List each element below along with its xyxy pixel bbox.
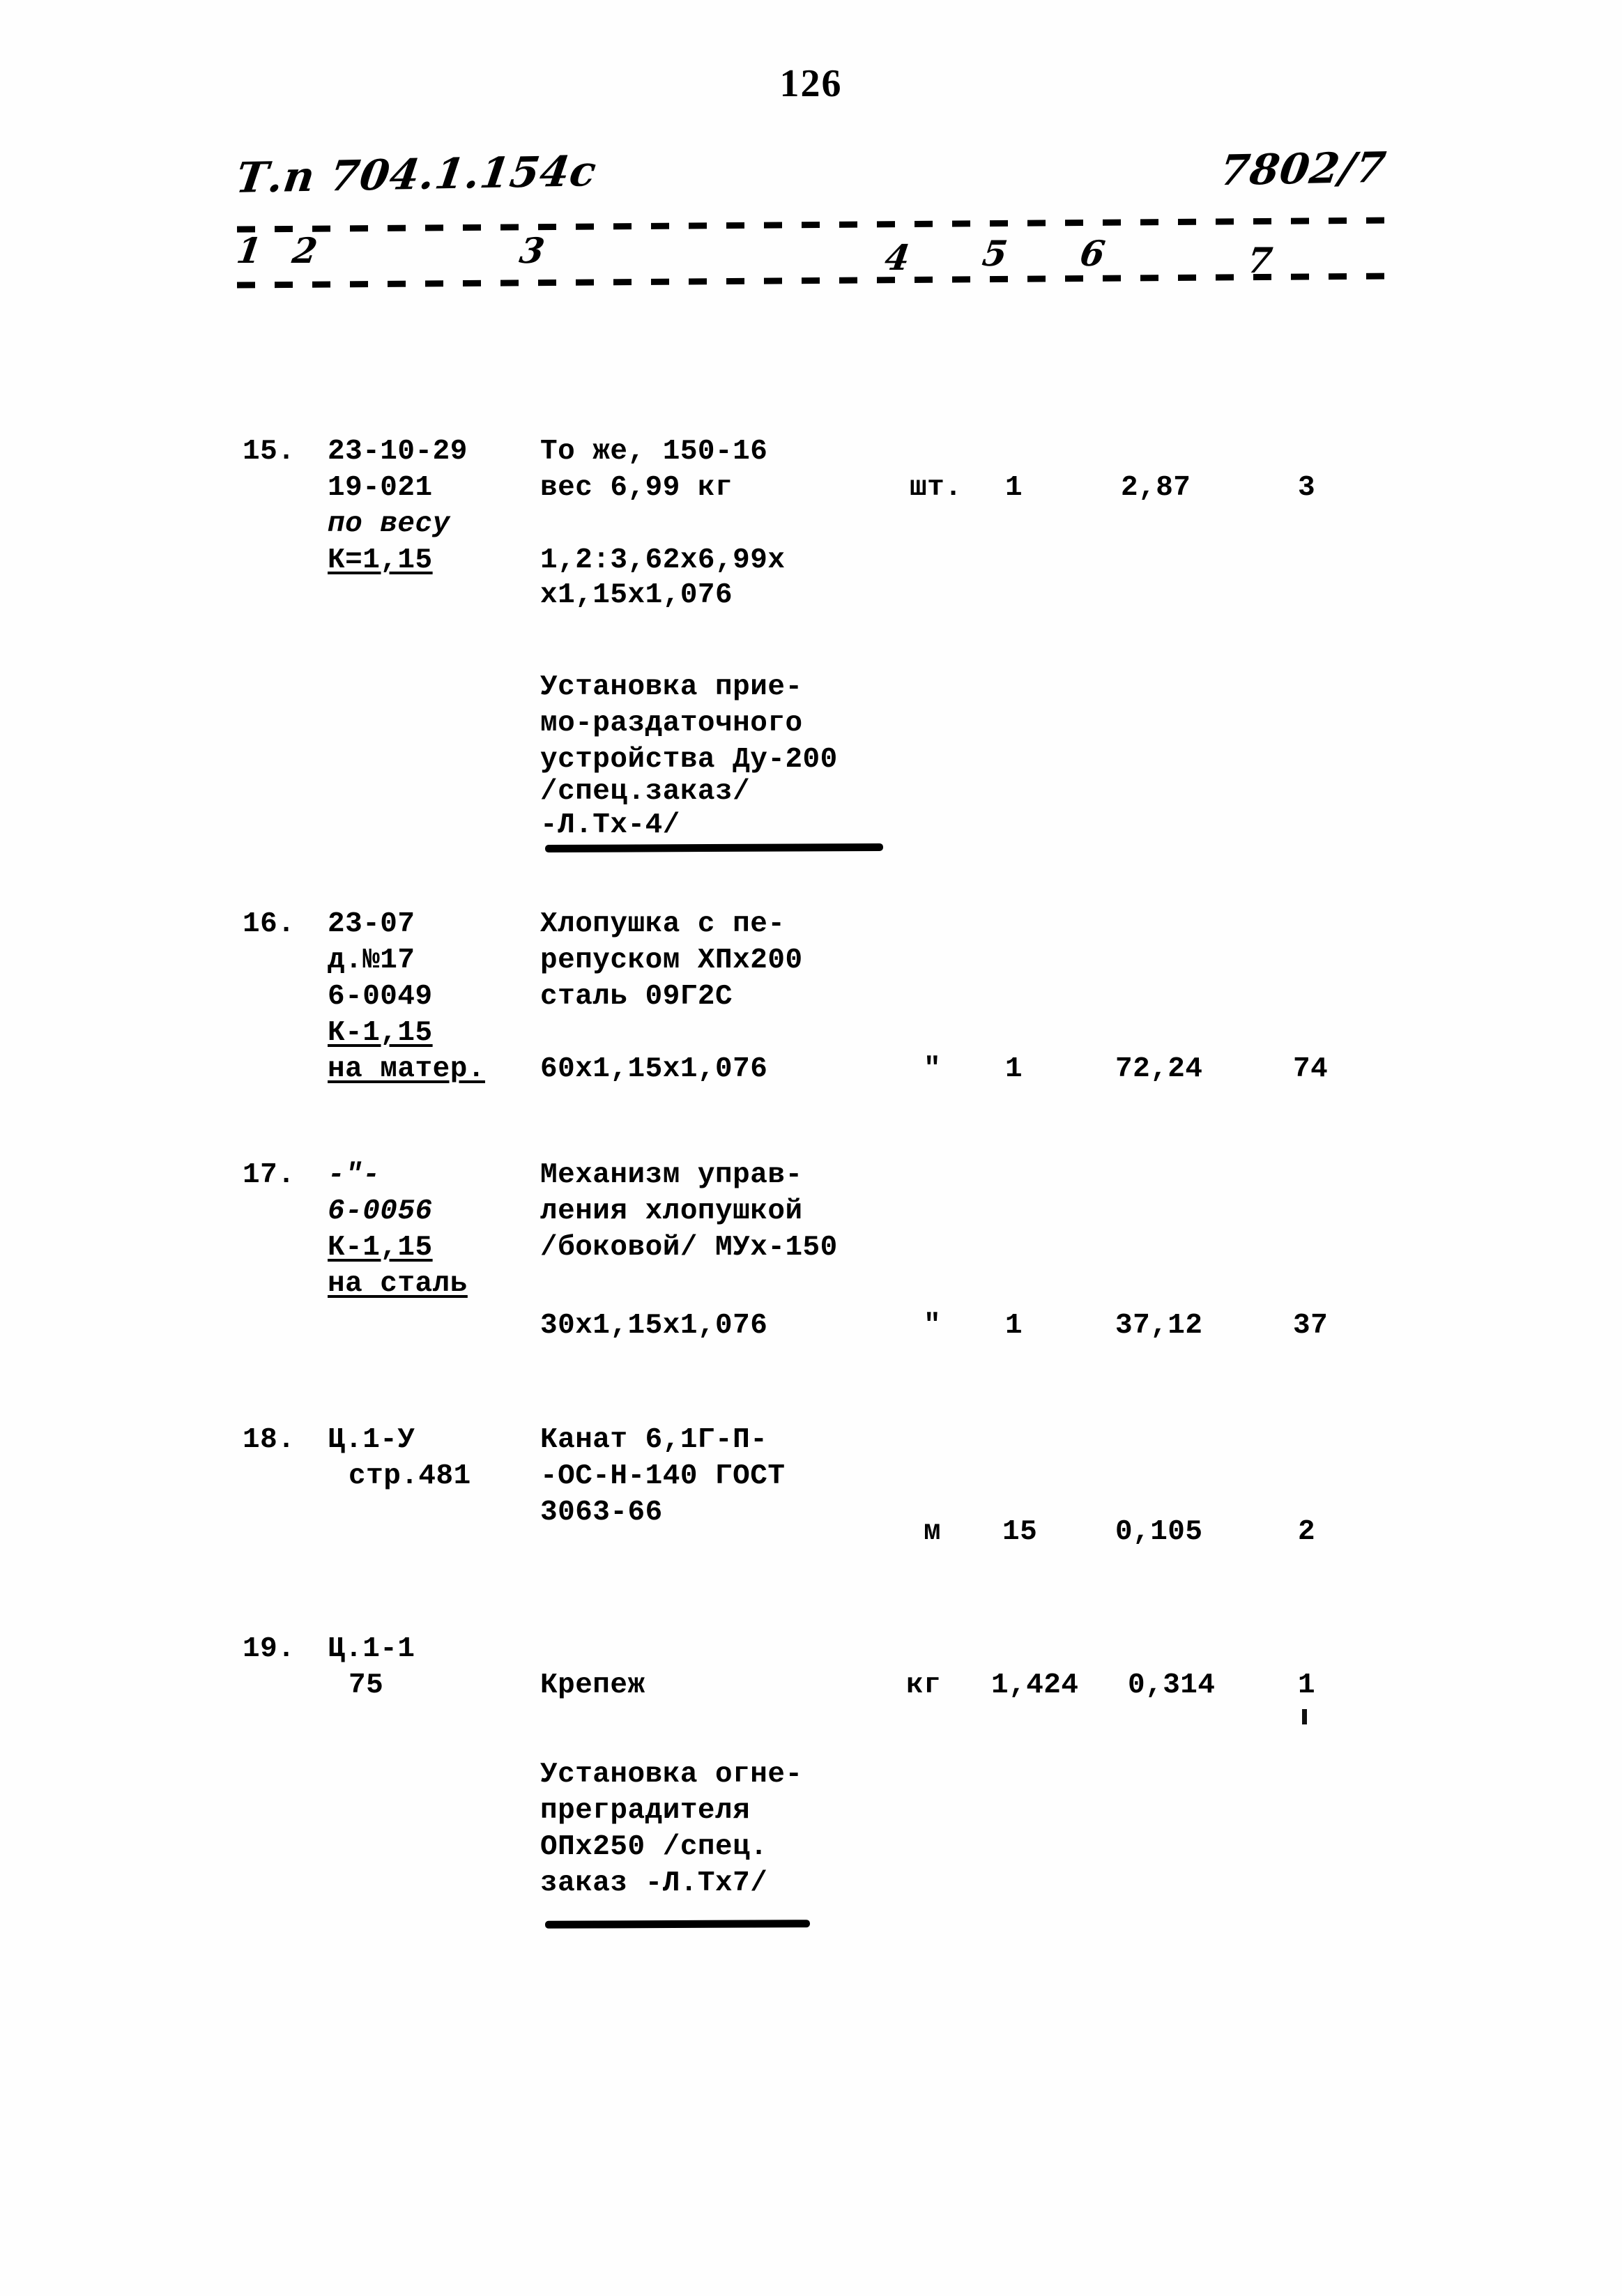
row-code-line: 75 bbox=[349, 1669, 384, 1701]
row-price: 0,314 bbox=[1128, 1669, 1216, 1701]
row-qty: 1,424 bbox=[991, 1669, 1079, 1701]
row-code-line: на матер. bbox=[328, 1053, 485, 1085]
row-desc-line: ления хлопушкой bbox=[540, 1195, 803, 1227]
section-title-line: Установка прие- bbox=[540, 671, 803, 703]
row-desc-line: 60х1,15х1,076 bbox=[540, 1053, 768, 1085]
row-code-line: д.№17 bbox=[328, 944, 415, 977]
row-qty: 1 bbox=[1005, 1053, 1023, 1085]
row-code-line: 23-10-29 bbox=[328, 436, 468, 468]
row-total: 2 bbox=[1298, 1516, 1316, 1548]
row-desc-line: /боковой/ МУх-150 bbox=[540, 1232, 838, 1264]
row-total: 3 bbox=[1298, 472, 1316, 504]
row-code-line: по весу bbox=[328, 508, 450, 540]
row-qty: 1 bbox=[1005, 472, 1023, 504]
row-price: 0,105 bbox=[1115, 1516, 1203, 1548]
stray-scan-mark bbox=[1302, 1709, 1307, 1724]
row-desc-line: вес 6,99 кг bbox=[540, 472, 733, 504]
section-title-line: -Л.Тх-4/ bbox=[540, 809, 680, 841]
row-unit: шт. bbox=[910, 472, 963, 504]
row-unit: " bbox=[924, 1053, 942, 1085]
row-total: 1 bbox=[1298, 1669, 1316, 1701]
row-desc-line: х1,15х1,076 bbox=[540, 579, 733, 611]
row-price: 37,12 bbox=[1115, 1310, 1203, 1342]
column-number-1: 1 bbox=[234, 230, 264, 271]
row-code-line: К-1,15 bbox=[328, 1017, 433, 1049]
column-number-6: 6 bbox=[1077, 233, 1108, 274]
row-unit: кг bbox=[906, 1669, 942, 1701]
column-number-2: 2 bbox=[289, 230, 320, 271]
row-number: 15. bbox=[243, 436, 296, 468]
column-number-3: 3 bbox=[517, 230, 547, 271]
row-code-line: 6-0049 bbox=[328, 981, 433, 1013]
section-title-line: ОПх250 /спец. bbox=[540, 1831, 768, 1863]
column-number-4: 4 bbox=[882, 237, 912, 278]
row-code-line: 6-0056 bbox=[328, 1195, 433, 1227]
row-code-line: К=1,15 bbox=[328, 544, 433, 576]
row-code-line: -"- bbox=[328, 1159, 381, 1191]
row-unit: " bbox=[924, 1310, 942, 1342]
row-code-line: Ц.1-1 bbox=[328, 1633, 415, 1665]
row-desc-line: сталь 09Г2С bbox=[540, 981, 733, 1013]
section-title-line: Установка огне- bbox=[540, 1759, 803, 1791]
row-total: 74 bbox=[1293, 1053, 1329, 1085]
row-code-line: 19-021 bbox=[328, 472, 433, 504]
row-total: 37 bbox=[1293, 1310, 1329, 1342]
row-desc-line: -ОС-Н-140 ГОСТ bbox=[540, 1460, 786, 1492]
row-desc-line: Механизм управ- bbox=[540, 1159, 803, 1191]
row-desc-line: Хлопушка с пе- bbox=[540, 908, 786, 940]
section-title-line: мо-раздаточного bbox=[540, 707, 803, 740]
row-code-line: стр.481 bbox=[349, 1460, 471, 1492]
column-number-5: 5 bbox=[979, 233, 1010, 274]
page-number: 126 bbox=[779, 62, 843, 105]
header-left-code: Т.п 704.1.154с bbox=[233, 147, 600, 203]
header-right-code: 7802/7 bbox=[1217, 143, 1390, 196]
row-unit: м bbox=[924, 1516, 942, 1548]
row-desc-line: 30х1,15х1,076 bbox=[540, 1310, 768, 1342]
row-desc-line: То же, 150-16 bbox=[540, 436, 768, 468]
row-number: 19. bbox=[243, 1633, 296, 1665]
row-number: 18. bbox=[243, 1424, 296, 1456]
section-title-line: преградителя bbox=[540, 1795, 751, 1827]
scanned-page: 126 Т.п 704.1.154с 7802/7 1 2 3 4 5 6 7 … bbox=[0, 0, 1622, 2296]
section-title-line: заказ -Л.Тх7/ bbox=[540, 1867, 768, 1899]
row-desc-line: репуском ХПх200 bbox=[540, 944, 803, 977]
row-code-line: 23-07 bbox=[328, 908, 415, 940]
row-price: 72,24 bbox=[1115, 1053, 1203, 1085]
section-title-line: устройства Ду-200 bbox=[540, 744, 838, 776]
row-number: 17. bbox=[243, 1159, 296, 1191]
row-price: 2,87 bbox=[1121, 472, 1191, 504]
column-number-row: 1 2 3 4 5 6 7 bbox=[234, 230, 1408, 281]
row-code-line: К-1,15 bbox=[328, 1232, 433, 1264]
row-number: 16. bbox=[243, 908, 296, 940]
section-separator-rule bbox=[544, 1920, 811, 1929]
section-title-line: /спец.заказ/ bbox=[540, 776, 751, 808]
row-desc-line: 3063-66 bbox=[540, 1497, 663, 1529]
row-desc-line: Крепеж bbox=[540, 1669, 645, 1701]
row-code-line: Ц.1-У bbox=[328, 1424, 415, 1456]
row-desc-line: Канат 6,1Г-П- bbox=[540, 1424, 768, 1456]
row-desc-line: 1,2:3,62х6,99х bbox=[540, 544, 786, 576]
section-separator-rule bbox=[544, 843, 884, 853]
row-qty: 1 bbox=[1005, 1310, 1023, 1342]
row-qty: 15 bbox=[1002, 1516, 1038, 1548]
row-code-line: на сталь bbox=[328, 1268, 468, 1300]
